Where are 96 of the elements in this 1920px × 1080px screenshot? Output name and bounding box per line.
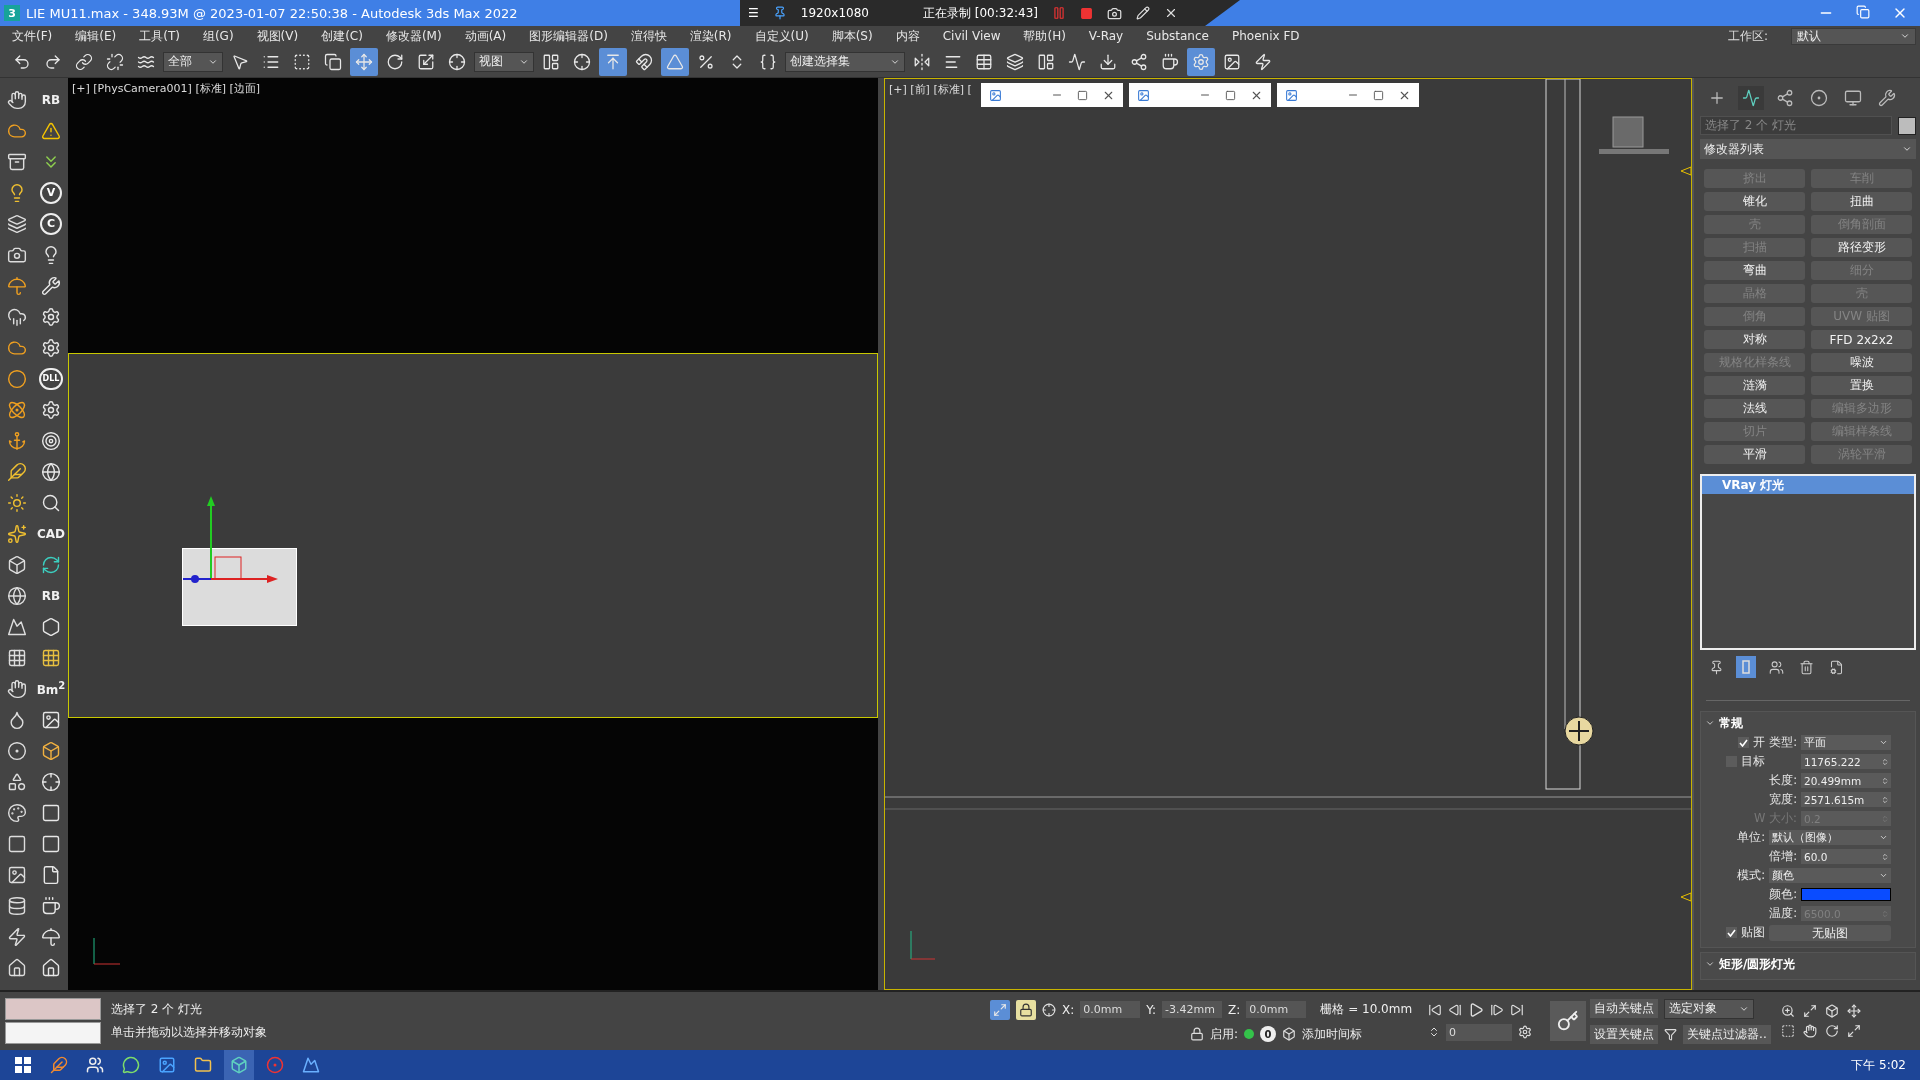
enable-label: 启用: xyxy=(1210,1025,1239,1043)
coord-label: Y: xyxy=(1146,1002,1157,1017)
type-dropdown[interactable]: 平面 xyxy=(1801,735,1891,750)
tool-button[interactable]: RB xyxy=(34,580,68,611)
modifier-button[interactable]: 路径变形 xyxy=(1811,238,1912,257)
camera-viewport[interactable]: [+] [PhysCamera001] [标准] [边面] xyxy=(68,78,878,990)
modifier-button[interactable]: 扭曲 xyxy=(1811,192,1912,211)
recording-status: 正在录制 [00:32:43] xyxy=(922,4,1039,22)
tool-badge: C xyxy=(40,212,62,235)
modifier-button[interactable]: 对称 xyxy=(1704,330,1805,349)
tool-label: Bm$^{2}$ xyxy=(36,680,66,697)
spinner-field[interactable]: 11765.222 xyxy=(1801,754,1891,769)
viewport-label[interactable]: [+] [前] [标准] [ xyxy=(889,82,972,97)
menu-item[interactable]: 渲得快 xyxy=(630,27,667,45)
spinner-field[interactable]: 2571.615m xyxy=(1801,792,1891,807)
menu-item[interactable]: 自定义(U) xyxy=(754,27,809,45)
recorder-menu[interactable]: ☰ xyxy=(748,6,759,20)
on-checkbox[interactable]: 开 xyxy=(1738,734,1765,751)
front-viewport[interactable]: [+] [前] [标准] [ xyxy=(884,78,1692,990)
grid-text: 栅格 = 10.0mm xyxy=(1320,1001,1413,1018)
param-label: 单位: xyxy=(1736,830,1765,845)
modifier-button[interactable]: 弯曲 xyxy=(1704,261,1805,280)
menu-item[interactable]: 创建(C) xyxy=(321,27,363,45)
tool-button[interactable]: Bm$^{2}$ xyxy=(34,673,68,704)
menu-item[interactable]: 修改器(M) xyxy=(385,27,442,45)
param-label: 宽度: xyxy=(1769,792,1797,807)
resolution-text: 1920x1080 xyxy=(800,6,869,20)
set-key-mode-button[interactable]: 设置关键点 xyxy=(1590,1024,1659,1044)
tool-label: RB xyxy=(41,588,61,603)
menu-item[interactable]: 内容 xyxy=(895,27,920,45)
app-logo: 3 xyxy=(4,5,20,21)
menu-item[interactable]: 脚本(S) xyxy=(831,27,873,45)
menu-item[interactable]: 图形编辑器(D) xyxy=(529,27,608,45)
modifier-button[interactable]: 涟漪 xyxy=(1704,376,1805,395)
frame-field[interactable]: 0 xyxy=(1446,1023,1513,1041)
viewport-label[interactable]: [+] [PhysCamera001] [标准] [边面] xyxy=(72,81,261,96)
modifier-button[interactable]: 锥化 xyxy=(1704,192,1805,211)
prompt-text: 单击并拖动以选择并移动对象 xyxy=(111,1024,267,1041)
texture-button[interactable]: 无贴图 xyxy=(1769,924,1891,941)
status-text: 选择了 2 个 灯光 xyxy=(111,1001,204,1018)
menu-item[interactable]: Phoenix FD xyxy=(1231,29,1300,43)
modifier-button[interactable]: 法线 xyxy=(1704,399,1805,418)
tool-badge: V xyxy=(40,181,62,204)
z-field[interactable]: 0.0mm xyxy=(1246,1001,1307,1018)
param-label: 模式: xyxy=(1736,868,1765,883)
add-time-tag-text[interactable]: 添加时间标 xyxy=(1302,1025,1363,1043)
menu-item[interactable]: 编辑(E) xyxy=(75,27,117,45)
workspace-dropdown[interactable]: 默认 xyxy=(1791,27,1916,45)
menu-item[interactable]: Substance xyxy=(1146,29,1209,43)
spinner-field[interactable]: 20.499mm xyxy=(1801,773,1891,788)
tool-button[interactable]: RB xyxy=(34,84,68,115)
mode-dropdown[interactable]: 颜色 xyxy=(1769,868,1891,883)
menu-item[interactable]: 视图(V) xyxy=(256,27,299,45)
modifier-list-dropdown[interactable]: 修改器列表 xyxy=(1700,139,1916,159)
dropdown[interactable]: 视图 xyxy=(474,51,534,72)
menu-item[interactable]: 帮助(H) xyxy=(1023,27,1066,45)
modifier-button[interactable]: 平滑 xyxy=(1704,445,1805,464)
menu-item[interactable]: 文件(F) xyxy=(12,27,53,45)
workspace-label: 工作区: xyxy=(1727,27,1768,45)
clock-text: 下午 5:02 xyxy=(1851,1056,1906,1074)
time-tag-count[interactable]: 0 xyxy=(1260,1026,1277,1042)
menu-item[interactable]: V-Ray xyxy=(1088,29,1124,43)
x-field[interactable]: 0.0mm xyxy=(1080,1001,1141,1018)
tool-label: CAD xyxy=(36,526,66,541)
tool-label: RB xyxy=(41,92,61,107)
dropdown[interactable]: 全部 xyxy=(163,51,223,72)
param-label: 倍增: xyxy=(1769,849,1797,864)
auto-key-button[interactable]: 自动关键点 xyxy=(1590,999,1659,1018)
modifier-button[interactable]: 噪波 xyxy=(1811,353,1912,372)
texture-checkbox[interactable]: 贴图 xyxy=(1726,924,1765,941)
key-target-dropdown[interactable]: 选定对象 xyxy=(1664,998,1755,1019)
menu-item[interactable]: 组(G) xyxy=(202,27,234,45)
key-filters-button[interactable]: 关键点过滤器.. xyxy=(1683,1024,1771,1044)
coord-label: X: xyxy=(1062,1002,1075,1017)
y-field[interactable]: -3.42mm xyxy=(1162,1001,1223,1018)
modifier-button[interactable]: FFD 2x2x2 xyxy=(1811,330,1912,349)
menu-item[interactable]: Civil View xyxy=(942,29,1001,43)
tool-button[interactable]: CAD xyxy=(34,518,68,549)
param-label: 类型: xyxy=(1769,735,1797,750)
window-title: LIE MU11.max - 348.93M @ 2023-01-07 22:50:38 - Autodesk 3ds Max 2022 xyxy=(26,5,518,21)
modifier-button[interactable]: 置换 xyxy=(1811,376,1912,395)
menu-item[interactable]: 渲染(R) xyxy=(689,27,732,45)
tool-button[interactable]: C xyxy=(34,208,68,239)
tool-button[interactable]: V xyxy=(34,177,68,208)
target-checkbox[interactable]: 目标 xyxy=(1726,753,1765,770)
menu-item[interactable]: 工具(T) xyxy=(139,27,180,45)
param-label: 温度: xyxy=(1769,906,1797,921)
units-dropdown[interactable]: 默认（图像） xyxy=(1769,830,1891,845)
param-label: 长度: xyxy=(1769,773,1797,788)
menu-item[interactable]: 动画(A) xyxy=(464,27,507,45)
coord-label: Z: xyxy=(1228,1002,1241,1017)
dropdown[interactable]: 创建选择集 xyxy=(785,51,905,72)
rollout-title[interactable]: 常规 xyxy=(1719,714,1743,732)
rollout-title[interactable]: 矩形/圆形灯光 xyxy=(1719,955,1796,973)
spinner-field[interactable]: 60.0 xyxy=(1801,849,1891,864)
param-label: 颜色: xyxy=(1769,887,1797,902)
